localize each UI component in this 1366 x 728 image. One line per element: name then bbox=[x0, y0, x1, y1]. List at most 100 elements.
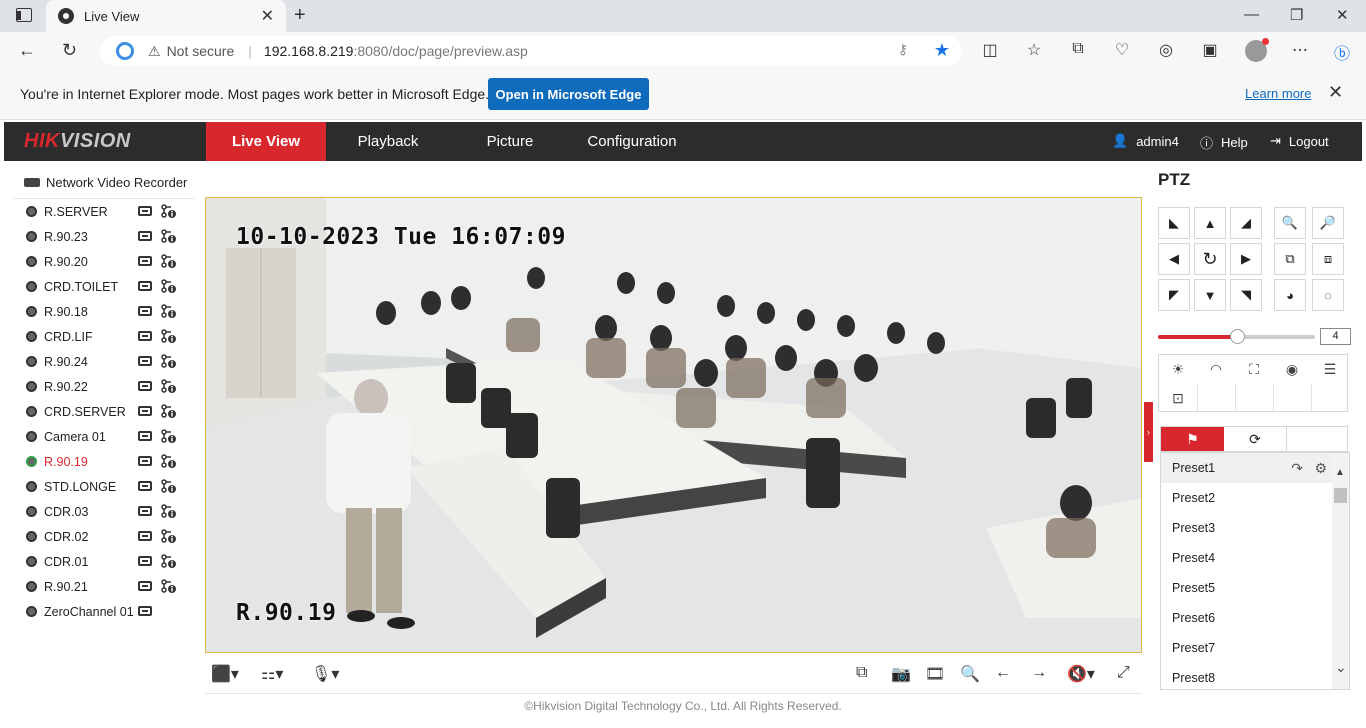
start-live-view-icon[interactable] bbox=[138, 431, 152, 441]
stream-info-icon[interactable] bbox=[160, 454, 176, 469]
start-live-view-icon[interactable] bbox=[138, 281, 152, 291]
ptz-down-icon[interactable]: ▼ bbox=[1194, 279, 1226, 311]
collections-icon[interactable]: ⧉ bbox=[1068, 40, 1088, 60]
channel-item[interactable]: CRD.LIF bbox=[14, 324, 194, 349]
stream-info-icon[interactable] bbox=[160, 429, 176, 444]
open-in-edge-button[interactable]: Open in Microsoft Edge bbox=[488, 78, 649, 110]
start-live-view-icon[interactable] bbox=[138, 256, 152, 266]
stream-info-icon[interactable] bbox=[160, 354, 176, 369]
start-live-view-icon[interactable] bbox=[138, 206, 152, 216]
channel-item[interactable]: R.SERVER bbox=[14, 199, 194, 224]
ie-mode-icon[interactable] bbox=[116, 42, 134, 60]
stream-info-icon[interactable] bbox=[160, 554, 176, 569]
preset-item[interactable]: Preset7 bbox=[1161, 633, 1349, 663]
channel-item[interactable]: CDR.03 bbox=[14, 499, 194, 524]
channel-item[interactable]: R.90.24 bbox=[14, 349, 194, 374]
ptz-down-right-icon[interactable]: ◥ bbox=[1230, 279, 1262, 311]
tab-pattern[interactable] bbox=[1287, 427, 1350, 451]
scroll-up-icon[interactable]: ▲ bbox=[1335, 467, 1345, 478]
channel-item[interactable]: R.90.19 bbox=[14, 449, 194, 474]
iris-close-icon[interactable]: ◌ bbox=[1312, 279, 1344, 311]
start-live-view-icon[interactable] bbox=[138, 306, 152, 316]
live-video-view[interactable]: 10-10-2023 Tue 16:07:09 R.90.19 bbox=[205, 197, 1142, 653]
channel-item[interactable]: CDR.01 bbox=[14, 549, 194, 574]
channel-item[interactable]: R.90.22 bbox=[14, 374, 194, 399]
scroll-thumb[interactable] bbox=[1334, 488, 1347, 503]
back-arrow-icon[interactable]: ← bbox=[18, 40, 36, 61]
help-link[interactable]: ⓘ Help bbox=[1200, 133, 1248, 152]
not-secure-label[interactable]: Not secure bbox=[167, 43, 235, 59]
set-preset-gear-icon[interactable]: ⚙ bbox=[1314, 453, 1327, 483]
stream-info-icon[interactable] bbox=[160, 379, 176, 394]
stream-info-icon[interactable] bbox=[160, 229, 176, 244]
start-live-view-icon[interactable] bbox=[138, 481, 152, 491]
browser-tab[interactable]: Live View ✕ bbox=[46, 0, 286, 32]
call-preset-icon[interactable]: ↷ bbox=[1291, 453, 1303, 483]
previous-page-icon[interactable]: ← bbox=[995, 664, 1011, 682]
stream-info-icon[interactable] bbox=[160, 479, 176, 494]
start-live-view-icon[interactable] bbox=[138, 606, 152, 616]
banner-close-icon[interactable]: ✕ bbox=[1328, 82, 1343, 103]
ptz-up-left-icon[interactable]: ◣ bbox=[1158, 207, 1190, 239]
start-live-view-icon[interactable] bbox=[138, 531, 152, 541]
stream-type-icon[interactable]: ⚏▾ bbox=[261, 664, 283, 684]
stream-info-icon[interactable] bbox=[160, 204, 176, 219]
channel-item[interactable]: R.90.23 bbox=[14, 224, 194, 249]
ptz-up-right-icon[interactable]: ◢ bbox=[1230, 207, 1262, 239]
channel-item[interactable]: STD.LONGE bbox=[14, 474, 194, 499]
record-icon[interactable]: 🎞 bbox=[925, 664, 945, 684]
preset-item[interactable]: Preset6 bbox=[1161, 603, 1349, 633]
ptz-left-icon[interactable]: ◀ bbox=[1158, 243, 1190, 275]
start-live-view-icon[interactable] bbox=[138, 406, 152, 416]
reload-icon[interactable]: ↻ bbox=[62, 40, 77, 61]
volume-muted-icon[interactable]: 🔇▾ bbox=[1067, 664, 1095, 684]
tab-patrol-icon[interactable]: ⟳ bbox=[1224, 427, 1287, 451]
start-live-view-icon[interactable] bbox=[138, 506, 152, 516]
preset-item[interactable]: Preset4 bbox=[1161, 543, 1349, 573]
preset-item[interactable]: Preset5 bbox=[1161, 573, 1349, 603]
start-live-view-icon[interactable] bbox=[138, 556, 152, 566]
wiper-icon[interactable]: ◠ bbox=[1197, 355, 1235, 384]
preset-item[interactable]: Preset1 ↷ ⚙ bbox=[1161, 453, 1349, 483]
ptz-speed-handle[interactable] bbox=[1229, 329, 1245, 344]
start-live-view-icon[interactable] bbox=[138, 381, 152, 391]
profile-avatar[interactable] bbox=[1245, 38, 1269, 62]
next-page-icon[interactable]: → bbox=[1031, 664, 1047, 682]
ptz-down-left-icon[interactable]: ◤ bbox=[1158, 279, 1190, 311]
preset-item[interactable]: Preset8 bbox=[1161, 663, 1349, 689]
ptz-speed-slider[interactable] bbox=[1158, 329, 1315, 344]
microphone-icon[interactable]: 🎙▾ bbox=[311, 664, 339, 684]
channel-item[interactable]: Camera 01 bbox=[14, 424, 194, 449]
stream-info-icon[interactable] bbox=[160, 254, 176, 269]
3d-positioning-icon[interactable]: ⊡ bbox=[1159, 384, 1197, 413]
sidebar-icon[interactable]: ▣ bbox=[1200, 40, 1220, 60]
stream-info-icon[interactable] bbox=[160, 579, 176, 594]
start-live-view-icon[interactable] bbox=[138, 331, 152, 341]
user-menu[interactable]: 👤 admin4 bbox=[1112, 133, 1179, 149]
tab-live-view[interactable]: Live View bbox=[206, 122, 326, 161]
channel-item[interactable]: CDR.02 bbox=[14, 524, 194, 549]
learn-more-link[interactable]: Learn more bbox=[1245, 86, 1311, 101]
stream-info-icon[interactable] bbox=[160, 279, 176, 294]
start-live-view-icon[interactable] bbox=[138, 356, 152, 366]
restore-icon[interactable]: ❐ bbox=[1290, 6, 1303, 24]
auxiliary-focus-icon[interactable]: ⛶ bbox=[1235, 355, 1273, 384]
device-tree-root[interactable]: Network Video Recorder bbox=[24, 175, 187, 190]
digital-zoom-icon[interactable]: 🔍 bbox=[960, 664, 980, 684]
split-screen-icon[interactable]: ◫ bbox=[980, 40, 1000, 60]
window-close-icon[interactable]: ✕ bbox=[1336, 6, 1349, 24]
start-live-view-icon[interactable] bbox=[138, 456, 152, 466]
iris-open-icon[interactable]: ◕ bbox=[1274, 279, 1306, 311]
close-tab-icon[interactable]: ✕ bbox=[261, 6, 274, 26]
capture-camera-icon[interactable]: 📷 bbox=[891, 664, 911, 684]
fullscreen-icon[interactable]: ⤢ bbox=[1117, 664, 1130, 682]
bing-icon[interactable]: ⓑ bbox=[1332, 40, 1352, 63]
channel-item[interactable]: R.90.18 bbox=[14, 299, 194, 324]
channel-item[interactable]: CRD.SERVER bbox=[14, 399, 194, 424]
tab-preset-flag-icon[interactable]: ⚑ bbox=[1161, 427, 1224, 451]
ptz-up-icon[interactable]: ▲ bbox=[1194, 207, 1226, 239]
collapse-ptz-panel-button[interactable]: › bbox=[1144, 402, 1153, 462]
start-live-view-icon[interactable] bbox=[138, 581, 152, 591]
channel-item[interactable]: CRD.TOILET bbox=[14, 274, 194, 299]
focus-far-icon[interactable]: ⧈ bbox=[1312, 243, 1344, 275]
